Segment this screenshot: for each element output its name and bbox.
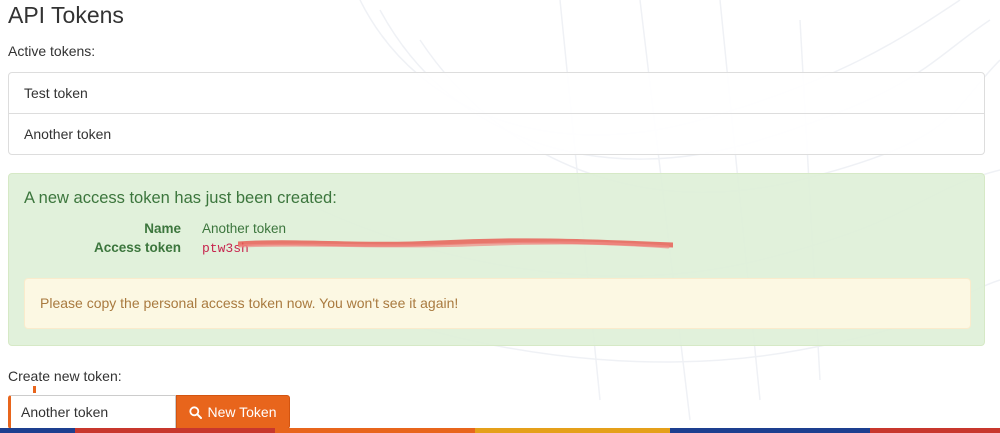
footer-stripe [75, 428, 275, 433]
search-icon [189, 405, 203, 419]
footer-stripe [275, 428, 475, 433]
alert-heading: A new access token has just been created… [24, 189, 337, 207]
token-item-another-token[interactable]: Another token [9, 113, 984, 154]
footer-stripe [870, 428, 1000, 433]
page-title: API Tokens [8, 2, 124, 28]
new-token-button[interactable]: New Token [176, 395, 290, 429]
copy-warning: Please copy the personal access token no… [24, 278, 971, 329]
token-name-label: Name [144, 221, 181, 236]
new-token-alert: A new access token has just been created… [8, 173, 985, 346]
create-token-label: Create new token: [8, 368, 122, 384]
input-focus-marker [33, 386, 36, 393]
token-name-value: Another token [202, 221, 287, 236]
access-token-label: Access token [93, 240, 181, 255]
redaction-scribble [238, 238, 673, 249]
footer-stripe [0, 428, 75, 433]
token-name-input[interactable] [8, 395, 176, 429]
token-item-test-token[interactable]: Test token [9, 73, 984, 113]
footer-stripe [670, 428, 870, 433]
active-tokens-label: Active tokens: [8, 43, 96, 59]
footer-stripe [475, 428, 670, 433]
footer-color-bar [0, 428, 1000, 433]
new-token-button-label: New Token [207, 404, 277, 420]
active-tokens-list: Test token Another token [8, 72, 985, 155]
